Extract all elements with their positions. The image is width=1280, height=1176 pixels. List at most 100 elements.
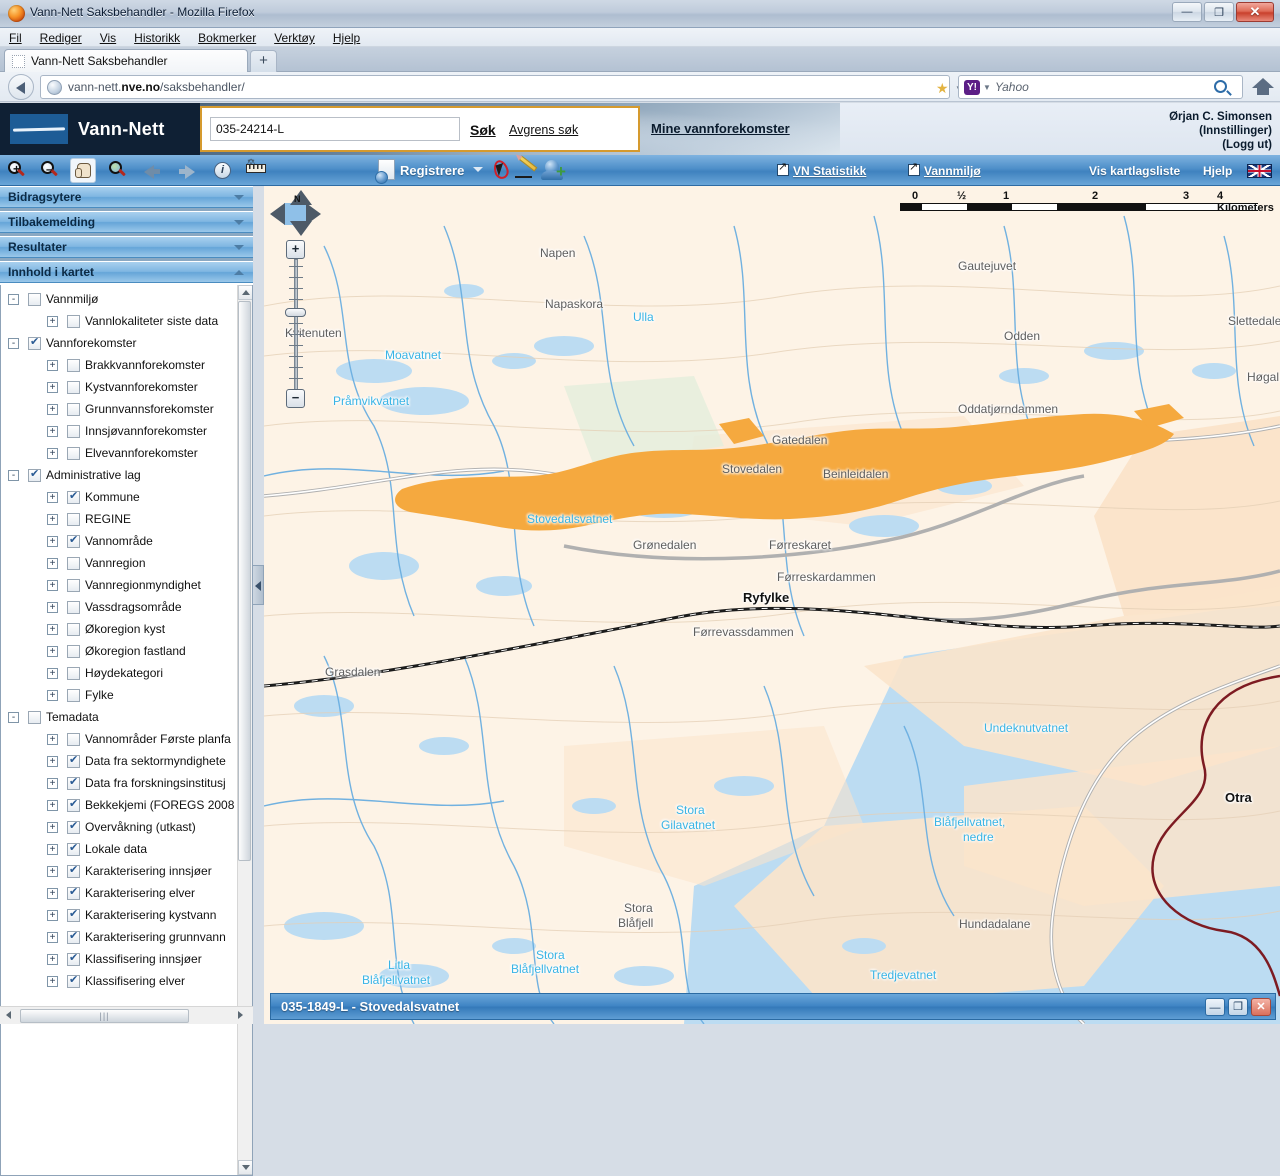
layer-checkbox[interactable] bbox=[28, 293, 41, 306]
layer-checkbox[interactable] bbox=[67, 689, 80, 702]
layer-tree-item[interactable]: + Vannområder Første planfa bbox=[1, 729, 237, 751]
search-button[interactable]: Søk bbox=[470, 122, 496, 138]
expand-icon[interactable]: + bbox=[47, 316, 58, 327]
layer-tree-item[interactable]: + Vannområde bbox=[1, 531, 237, 553]
expand-icon[interactable]: + bbox=[47, 360, 58, 371]
expand-icon[interactable]: + bbox=[47, 800, 58, 811]
layer-tree-item[interactable]: + Vassdragsområde bbox=[1, 597, 237, 619]
my-waterbodies-link[interactable]: Mine vannforekomster bbox=[651, 121, 790, 136]
feature-window-restore-button[interactable]: ❐ bbox=[1228, 998, 1248, 1016]
scroll-thumb[interactable] bbox=[238, 301, 251, 861]
layer-checkbox[interactable] bbox=[67, 533, 80, 548]
browser-search-input[interactable]: Y! ▼ Yahoo bbox=[958, 75, 1243, 99]
collapse-icon[interactable]: - bbox=[8, 294, 19, 305]
layer-tree-item[interactable]: + Elvevannforekomster bbox=[1, 443, 237, 465]
forward-arrow-icon[interactable] bbox=[174, 158, 200, 183]
menu-item-historikk[interactable]: Historikk bbox=[125, 28, 189, 47]
bookmark-star-icon[interactable]: ★ bbox=[936, 80, 949, 97]
search-icon[interactable] bbox=[1214, 80, 1227, 93]
layer-checkbox[interactable] bbox=[67, 579, 80, 592]
layer-tree-item[interactable]: + Innsjøvannforekomster bbox=[1, 421, 237, 443]
layer-checkbox[interactable] bbox=[67, 753, 80, 768]
menu-item-vis[interactable]: Vis bbox=[91, 28, 125, 47]
layer-tree-item[interactable]: + Kommune bbox=[1, 487, 237, 509]
user-logout-link[interactable]: (Logg ut) bbox=[1222, 139, 1272, 151]
panel-innhold-i-kartet[interactable]: Innhold i kartet bbox=[0, 261, 253, 283]
expand-icon[interactable]: + bbox=[47, 778, 58, 789]
layer-checkbox[interactable] bbox=[67, 775, 80, 790]
scroll-down-button[interactable] bbox=[238, 1160, 252, 1175]
panel-resultater[interactable]: Resultater bbox=[0, 236, 253, 258]
layer-checkbox[interactable] bbox=[67, 425, 80, 438]
layer-tree-item[interactable]: + REGINE bbox=[1, 509, 237, 531]
uk-flag-icon[interactable] bbox=[1247, 164, 1272, 178]
expand-icon[interactable]: + bbox=[47, 624, 58, 635]
layer-tree-item[interactable]: - Vannmiljø bbox=[1, 289, 237, 311]
browser-tab-active[interactable]: Vann-Nett Saksbehandler bbox=[4, 49, 248, 72]
expand-icon[interactable]: + bbox=[47, 888, 58, 899]
expand-icon[interactable]: + bbox=[47, 580, 58, 591]
url-bar[interactable]: vann-nett.nve.no/saksbehandler/ ★ ▼ ↻ bbox=[40, 75, 984, 99]
layer-tree-item[interactable]: - Administrative lag bbox=[1, 465, 237, 487]
layer-checkbox[interactable] bbox=[67, 667, 80, 680]
layer-checkbox[interactable] bbox=[28, 467, 41, 482]
menu-item-rediger[interactable]: Rediger bbox=[31, 28, 91, 47]
layer-checkbox[interactable] bbox=[67, 315, 80, 328]
layer-tree-item[interactable]: + Vannlokaliteter siste data bbox=[1, 311, 237, 333]
layer-tree-item[interactable]: + Data fra forskningsinstitusj bbox=[1, 773, 237, 795]
expand-icon[interactable]: + bbox=[47, 734, 58, 745]
expand-icon[interactable]: + bbox=[47, 976, 58, 987]
register-document-icon[interactable] bbox=[375, 159, 395, 184]
expand-icon[interactable]: + bbox=[47, 690, 58, 701]
expand-icon[interactable]: + bbox=[47, 602, 58, 613]
layer-tree-item[interactable]: + Bekkekjemi (FOREGS 2008 bbox=[1, 795, 237, 817]
waterbody-search-input[interactable] bbox=[210, 117, 460, 141]
layer-tree-item[interactable]: + Økoregion kyst bbox=[1, 619, 237, 641]
layer-checkbox[interactable] bbox=[28, 711, 41, 724]
measure-ruler-icon[interactable]: ⚖ bbox=[243, 157, 269, 183]
sidebar-collapse-button[interactable] bbox=[253, 565, 264, 605]
window-close-button[interactable]: ✕ bbox=[1236, 2, 1274, 22]
layer-tree-item[interactable]: + Overvåkning (utkast) bbox=[1, 817, 237, 839]
expand-icon[interactable]: + bbox=[47, 954, 58, 965]
layer-checkbox[interactable] bbox=[67, 447, 80, 460]
expand-icon[interactable]: + bbox=[47, 448, 58, 459]
panel-bidragsytere[interactable]: Bidragsytere bbox=[0, 186, 253, 208]
layer-tree-item[interactable]: + Karakterisering kystvann bbox=[1, 905, 237, 927]
scroll-left-button[interactable] bbox=[3, 1008, 18, 1023]
zoom-in-button[interactable]: + bbox=[286, 240, 305, 259]
window-maximize-button[interactable]: ❐ bbox=[1204, 2, 1234, 22]
info-icon[interactable]: i bbox=[209, 158, 235, 183]
expand-icon[interactable]: + bbox=[47, 382, 58, 393]
layer-checkbox[interactable] bbox=[67, 885, 80, 900]
layer-checkbox[interactable] bbox=[67, 359, 80, 372]
pan-right-arrow[interactable] bbox=[306, 203, 321, 225]
layer-tree-item[interactable]: + Karakterisering innsjøer bbox=[1, 861, 237, 883]
layer-tree-item[interactable]: - Vannforekomster bbox=[1, 333, 237, 355]
layer-checkbox[interactable] bbox=[67, 645, 80, 658]
back-arrow-icon[interactable] bbox=[139, 158, 165, 183]
layer-checkbox[interactable] bbox=[67, 951, 80, 966]
layer-checkbox[interactable] bbox=[67, 601, 80, 614]
layer-checkbox[interactable] bbox=[67, 841, 80, 856]
expand-icon[interactable]: + bbox=[47, 866, 58, 877]
scroll-right-button[interactable] bbox=[235, 1008, 250, 1023]
layer-checkbox[interactable] bbox=[28, 335, 41, 350]
map-viewport[interactable]: Napen Napaskora Ulla Gautejuvet Slettedalen O… bbox=[264, 186, 1280, 1024]
chevron-down-icon[interactable] bbox=[473, 167, 483, 172]
feature-window-close-button[interactable]: ✕ bbox=[1251, 998, 1271, 1016]
zoom-out-button[interactable]: − bbox=[286, 389, 305, 408]
expand-icon[interactable]: + bbox=[47, 822, 58, 833]
layer-checkbox[interactable] bbox=[67, 381, 80, 394]
window-minimize-button[interactable]: — bbox=[1172, 2, 1202, 22]
scroll-up-button[interactable] bbox=[238, 285, 252, 300]
register-menu-label[interactable]: Registrere bbox=[400, 163, 464, 178]
layer-tree-item[interactable]: - Temadata bbox=[1, 707, 237, 729]
expand-icon[interactable]: + bbox=[47, 756, 58, 767]
chevron-down-icon[interactable]: ▼ bbox=[983, 83, 991, 92]
expand-icon[interactable]: + bbox=[47, 844, 58, 855]
sidebar-horizontal-scrollbar[interactable]: ||| bbox=[0, 1006, 253, 1024]
new-tab-button[interactable]: + bbox=[250, 50, 277, 72]
layer-checkbox[interactable] bbox=[67, 403, 80, 416]
layer-tree-item[interactable]: + Karakterisering grunnvann bbox=[1, 927, 237, 949]
